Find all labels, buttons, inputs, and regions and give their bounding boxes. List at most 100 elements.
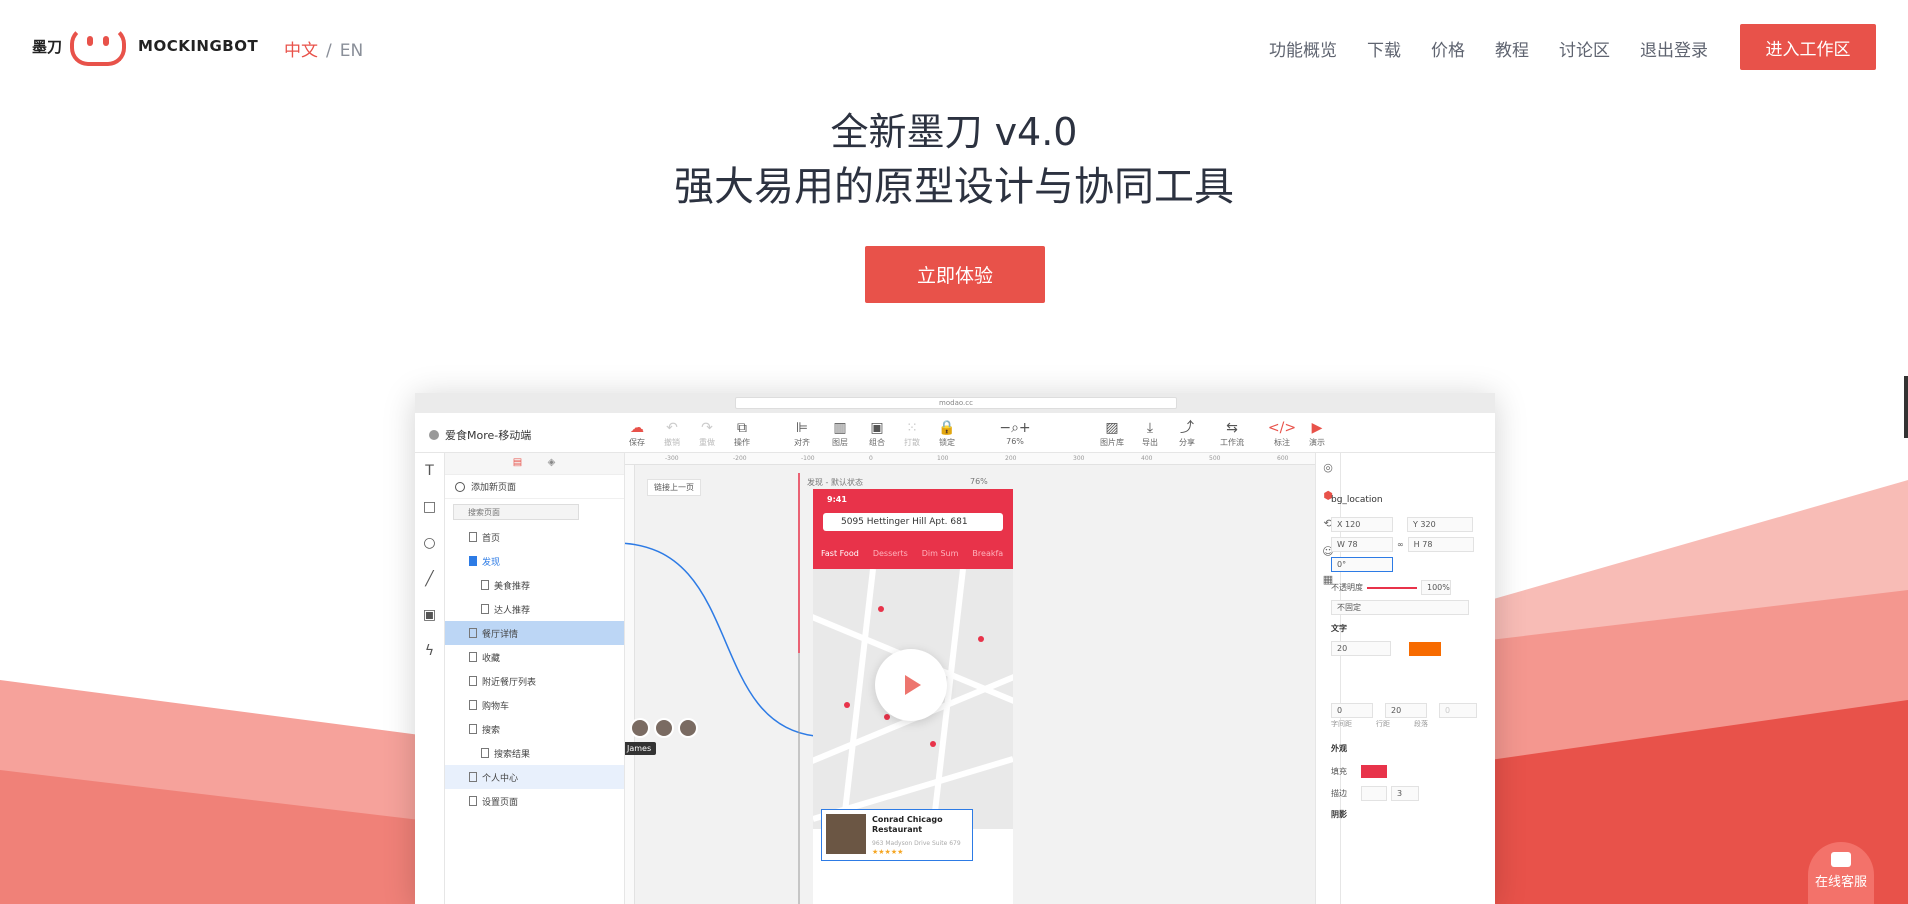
lang-en[interactable]: EN	[340, 41, 363, 61]
fix-select[interactable]: 不固定	[1331, 600, 1469, 615]
hotspot-tool-icon[interactable]: ϟ	[415, 633, 444, 669]
nav-tutorial[interactable]: 教程	[1495, 36, 1529, 61]
export-button[interactable]: ⤓ 导出	[1133, 419, 1167, 448]
page-item[interactable]: 首页	[445, 525, 624, 549]
page-item[interactable]: 发现	[445, 549, 624, 573]
line-height-field[interactable]: 20	[1385, 703, 1427, 718]
y-field[interactable]: Y 320	[1407, 517, 1473, 532]
online-support-button[interactable]: 在线客服	[1808, 842, 1874, 904]
opacity-slider[interactable]	[1367, 586, 1417, 589]
page-item[interactable]: 购物车	[445, 693, 624, 717]
undo-button[interactable]: ↶ 撤销	[655, 419, 689, 448]
lock-button[interactable]: 🔒 锁定	[930, 419, 964, 448]
image-tool-icon[interactable]: ▣	[415, 597, 444, 633]
fill-color-swatch[interactable]	[1361, 765, 1387, 778]
tab-dim-sum[interactable]: Dim Sum	[922, 549, 959, 558]
page-item[interactable]: 美食推荐	[445, 573, 624, 597]
restaurant-card[interactable]: Conrad Chicago Restaurant 963 Madyson Dr…	[821, 809, 973, 861]
group-button[interactable]: ▣ 组合	[860, 419, 894, 448]
w-field[interactable]: W 78	[1331, 537, 1393, 552]
font-size-select[interactable]: 20	[1331, 641, 1391, 656]
ungroup-button[interactable]: ⁙ 打散	[895, 419, 929, 448]
avatar[interactable]	[630, 718, 650, 738]
pages-tabs: ▤ ◈	[445, 453, 624, 475]
page-item[interactable]: 附近餐厅列表	[445, 669, 624, 693]
try-now-button[interactable]: 立即体验	[865, 246, 1045, 303]
text-section-title: 文字	[1331, 624, 1347, 633]
stroke-color-swatch[interactable]	[1361, 786, 1387, 801]
fill-label: 填充	[1331, 767, 1347, 776]
project-title[interactable]: 爱食More-移动端	[429, 427, 531, 443]
page-item[interactable]: 收藏	[445, 645, 624, 669]
pages-tab-icon[interactable]: ▤	[510, 457, 526, 471]
export-icon: ⤓	[1146, 420, 1154, 436]
hero-title: 全新墨刀 v4.0	[830, 110, 1078, 154]
nav-download[interactable]: 下载	[1367, 36, 1401, 61]
avatar[interactable]	[654, 718, 674, 738]
opacity-field[interactable]: 100%	[1421, 580, 1451, 595]
nav-forum[interactable]: 讨论区	[1559, 36, 1610, 61]
enter-workspace-button[interactable]: 进入工作区	[1740, 24, 1876, 70]
page-item[interactable]: 设置页面	[445, 789, 624, 813]
editor-toolbar: 爱食More-移动端 ☁ 保存 ↶ 撤销 ↷ 重做 ⧉ 操作 ⊫ 对齐 ▥ 图层 ▣ 组合 ⁙ 打散 🔒 锁定 −⌕…	[415, 413, 1495, 453]
page-item[interactable]: 达人推荐	[445, 597, 624, 621]
workflow-button[interactable]: ⇆ 工作流	[1215, 419, 1249, 448]
tab-breakfast[interactable]: Breakfa	[972, 549, 1003, 558]
pages-panel: ▤ ◈ 添加新页面 首页发现美食推荐达人推荐餐厅详情收藏附近餐厅列表购物车搜索搜…	[445, 453, 625, 904]
nav-logout[interactable]: 退出登录	[1640, 36, 1708, 61]
language-switch: 中文 / EN	[284, 36, 363, 61]
text-color-swatch[interactable]	[1409, 641, 1441, 656]
annotate-icon: </>	[1267, 420, 1297, 436]
letter-spacing-field[interactable]: 0	[1331, 703, 1373, 718]
add-page-button[interactable]: 添加新页面	[445, 475, 624, 499]
text-tool-icon[interactable]: T	[415, 453, 444, 489]
preview-button[interactable]: ▶ 演示	[1300, 419, 1334, 448]
toolbar-label: 操作	[734, 438, 750, 447]
browser-url: modao.cc	[735, 397, 1177, 409]
stroke-label: 描边	[1331, 789, 1347, 798]
align-button[interactable]: ⊫ 对齐	[785, 419, 819, 448]
page-item[interactable]: 餐厅详情	[445, 621, 624, 645]
logo[interactable]: 墨刀 MOCKINGBOT	[32, 26, 258, 66]
paragraph-field[interactable]: 0	[1439, 703, 1477, 718]
link-ratio-icon[interactable]: ∞	[1397, 540, 1404, 549]
ellipse-tool-icon[interactable]: ○	[415, 525, 444, 561]
h-field[interactable]: H 78	[1407, 537, 1474, 552]
stroke-width-select[interactable]: 3	[1391, 786, 1419, 801]
rect-tool-icon[interactable]: □	[415, 489, 444, 525]
layers-button[interactable]: ▥ 图层	[823, 419, 857, 448]
line-tool-icon[interactable]: ╱	[415, 561, 444, 597]
tab-fast-food[interactable]: Fast Food	[821, 549, 859, 558]
online-support-label: 在线客服	[1814, 875, 1867, 890]
nav-pricing[interactable]: 价格	[1431, 36, 1465, 61]
layers-tab-icon[interactable]: ◈	[544, 457, 560, 471]
rotation-field[interactable]: 0°	[1331, 557, 1393, 572]
save-button[interactable]: ☁ 保存	[620, 419, 654, 448]
toolbar-label: 分享	[1179, 438, 1195, 447]
page-item[interactable]: 个人中心	[445, 765, 624, 789]
phone-frame[interactable]: 9:41 5095 Hettinger Hill Apt. 681 Fast F…	[813, 489, 1013, 904]
canvas[interactable]: -300 -200 -100 0 100 200 300 400 500 600 链接上一页 发现…	[625, 453, 1315, 904]
toolbar-label: 演示	[1309, 438, 1325, 447]
restaurant-name: Conrad Chicago Restaurant	[872, 815, 943, 834]
status-time: 9:41	[827, 495, 847, 504]
page-item[interactable]: 搜索结果	[445, 741, 624, 765]
map-view	[813, 568, 1013, 830]
lang-zh[interactable]: 中文	[284, 41, 318, 61]
layers-icon: ▥	[833, 420, 847, 436]
actions-button[interactable]: ⧉ 操作	[725, 419, 759, 448]
share-button[interactable]: ⤴ 分享	[1170, 419, 1204, 448]
nav-features[interactable]: 功能概览	[1269, 36, 1337, 61]
play-icon[interactable]	[875, 649, 947, 721]
redo-button[interactable]: ↷ 重做	[690, 419, 724, 448]
image-library-button[interactable]: ▨ 图片库	[1095, 419, 1129, 448]
side-edge-tab[interactable]	[1904, 376, 1908, 438]
annotate-button[interactable]: </> 标注	[1265, 419, 1299, 448]
address-bar[interactable]: 5095 Hettinger Hill Apt. 681	[823, 513, 1003, 531]
page-search-input[interactable]	[453, 504, 579, 520]
tab-desserts[interactable]: Desserts	[873, 549, 908, 558]
x-field[interactable]: X 120	[1331, 517, 1393, 532]
page-item[interactable]: 搜索	[445, 717, 624, 741]
avatar[interactable]	[678, 718, 698, 738]
zoom-button[interactable]: −⌕+ 76%	[990, 419, 1040, 446]
